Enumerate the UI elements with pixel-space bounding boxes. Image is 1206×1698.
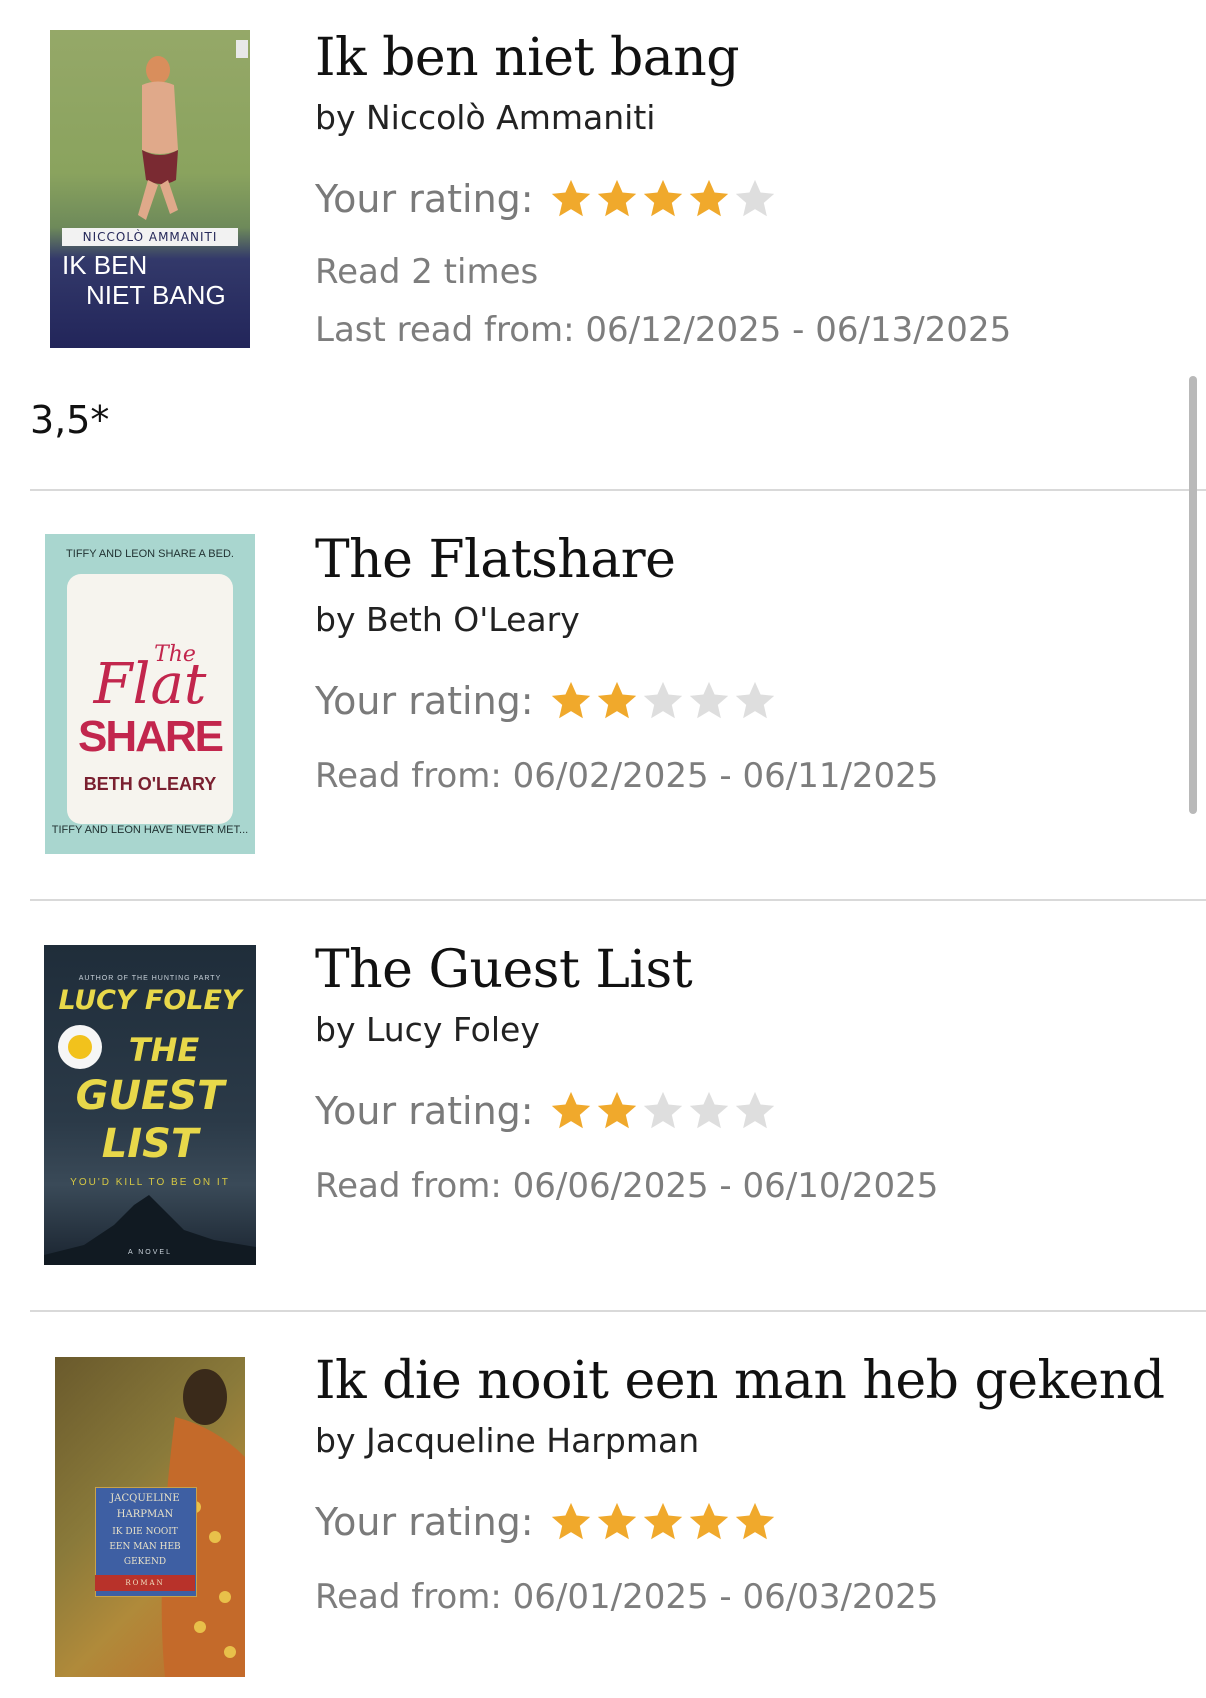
star-rating[interactable]: [548, 678, 778, 724]
read-count: Read 2 times: [315, 252, 539, 292]
star-filled-icon[interactable]: [594, 1499, 640, 1545]
cover-title-line: LIST: [101, 1121, 199, 1167]
star-empty-icon[interactable]: [732, 678, 778, 724]
rating-label: Your rating:: [315, 1500, 534, 1544]
read-dates: Read from: 06/02/2025 - 06/11/2025: [315, 756, 939, 796]
rating-label: Your rating:: [315, 1089, 534, 1133]
star-filled-icon[interactable]: [732, 1499, 778, 1545]
book-info: The Guest List by Lucy Foley Your rating…: [315, 940, 1186, 1206]
cover-bottom-text: TIFFY AND LEON HAVE NEVER MET...: [51, 824, 249, 836]
book-item[interactable]: TIFFY AND LEON SHARE A BED. The Flat SHA…: [0, 490, 1206, 900]
cover-title-share: SHARE: [77, 712, 224, 761]
cover-title-line: THE: [128, 1031, 200, 1069]
cover-title-line: EEN MAN HEB: [109, 1542, 181, 1552]
book-item[interactable]: AUTHOR OF THE HUNTING PARTY LUCY FOLEY T…: [0, 900, 1206, 1310]
star-filled-icon[interactable]: [548, 678, 594, 724]
cover-top-text: AUTHOR OF THE HUNTING PARTY: [78, 975, 222, 982]
book-title[interactable]: The Guest List: [315, 940, 1186, 1000]
cover-author-text: JACQUELINE: [110, 1493, 180, 1504]
cover-top-text: TIFFY AND LEON SHARE A BED.: [66, 548, 234, 560]
book-item[interactable]: NICCOLÒ AMMANITI IK BEN NIET BANG Ik ben…: [0, 0, 1206, 490]
cover-author-text: NICCOLÒ AMMANITI: [62, 228, 238, 246]
rating-row: Your rating:: [315, 676, 1186, 726]
star-filled-icon[interactable]: [686, 1499, 732, 1545]
star-filled-icon[interactable]: [594, 678, 640, 724]
star-empty-icon[interactable]: [686, 1088, 732, 1134]
cover-author-text: HARPMAN: [116, 1509, 174, 1520]
star-empty-icon[interactable]: [640, 1088, 686, 1134]
cover-title-line: IK BEN: [62, 250, 148, 280]
star-filled-icon[interactable]: [594, 176, 640, 222]
star-filled-icon[interactable]: [548, 1088, 594, 1134]
star-empty-icon[interactable]: [640, 678, 686, 724]
star-empty-icon[interactable]: [732, 1088, 778, 1134]
book-info: Ik ben niet bang by Niccolò Ammaniti You…: [315, 28, 1186, 350]
book-club-badge-icon: [58, 1025, 102, 1069]
book-info: The Flatshare by Beth O'Leary Your ratin…: [315, 530, 1186, 796]
cover-title-line: NIET BANG: [86, 280, 226, 310]
book-author[interactable]: by Beth O'Leary: [315, 600, 1186, 640]
book-title[interactable]: The Flatshare: [315, 530, 1186, 590]
rating-label: Your rating:: [315, 679, 534, 723]
book-cover[interactable]: JACQUELINE HARPMAN IK DIE NOOIT EEN MAN …: [55, 1357, 245, 1677]
book-item[interactable]: JACQUELINE HARPMAN IK DIE NOOIT EEN MAN …: [0, 1311, 1206, 1698]
book-author[interactable]: by Jacqueline Harpman: [315, 1421, 1186, 1461]
star-filled-icon[interactable]: [640, 176, 686, 222]
book-cover[interactable]: AUTHOR OF THE HUNTING PARTY LUCY FOLEY T…: [44, 945, 256, 1265]
cover-title-flat: Flat: [93, 652, 207, 717]
book-author[interactable]: by Lucy Foley: [315, 1010, 1186, 1050]
rating-row: Your rating:: [315, 174, 1186, 224]
rating-row: Your rating:: [315, 1086, 1186, 1136]
cover-title-line: GEKEND: [123, 1557, 167, 1567]
rating-label: Your rating:: [315, 177, 534, 221]
read-dates: Read from: 06/01/2025 - 06/03/2025: [315, 1577, 939, 1617]
cover-title-line: GUEST: [75, 1073, 225, 1119]
scrollbar[interactable]: [1189, 376, 1197, 814]
book-info: Ik die nooit een man heb gekend by Jacqu…: [315, 1351, 1186, 1617]
book-title[interactable]: Ik ben niet bang: [315, 28, 1186, 88]
star-rating[interactable]: [548, 1499, 778, 1545]
star-empty-icon[interactable]: [732, 176, 778, 222]
book-title[interactable]: Ik die nooit een man heb gekend: [315, 1351, 1186, 1411]
star-filled-icon[interactable]: [594, 1088, 640, 1134]
cover-author-text: LUCY FOLEY: [58, 985, 242, 1016]
user-note: 3,5*: [30, 398, 110, 442]
book-author[interactable]: by Niccolò Ammaniti: [315, 98, 1186, 138]
star-rating[interactable]: [548, 1088, 778, 1134]
book-cover[interactable]: NICCOLÒ AMMANITI IK BEN NIET BANG: [50, 30, 250, 348]
book-cover[interactable]: TIFFY AND LEON SHARE A BED. The Flat SHA…: [45, 534, 255, 854]
cover-title-line: IK DIE NOOIT: [112, 1527, 178, 1537]
star-filled-icon[interactable]: [548, 176, 594, 222]
read-dates: Last read from: 06/12/2025 - 06/13/2025: [315, 310, 1012, 350]
cover-author-text: BETH O'LEARY: [83, 774, 217, 794]
read-dates: Read from: 06/06/2025 - 06/10/2025: [315, 1166, 939, 1206]
cover-footer: A NOVEL: [128, 1249, 172, 1256]
star-filled-icon[interactable]: [686, 176, 732, 222]
star-empty-icon[interactable]: [686, 678, 732, 724]
star-filled-icon[interactable]: [640, 1499, 686, 1545]
star-filled-icon[interactable]: [548, 1499, 594, 1545]
cover-footer: ROMAN: [95, 1575, 195, 1591]
rating-row: Your rating:: [315, 1497, 1186, 1547]
star-rating[interactable]: [548, 176, 778, 222]
